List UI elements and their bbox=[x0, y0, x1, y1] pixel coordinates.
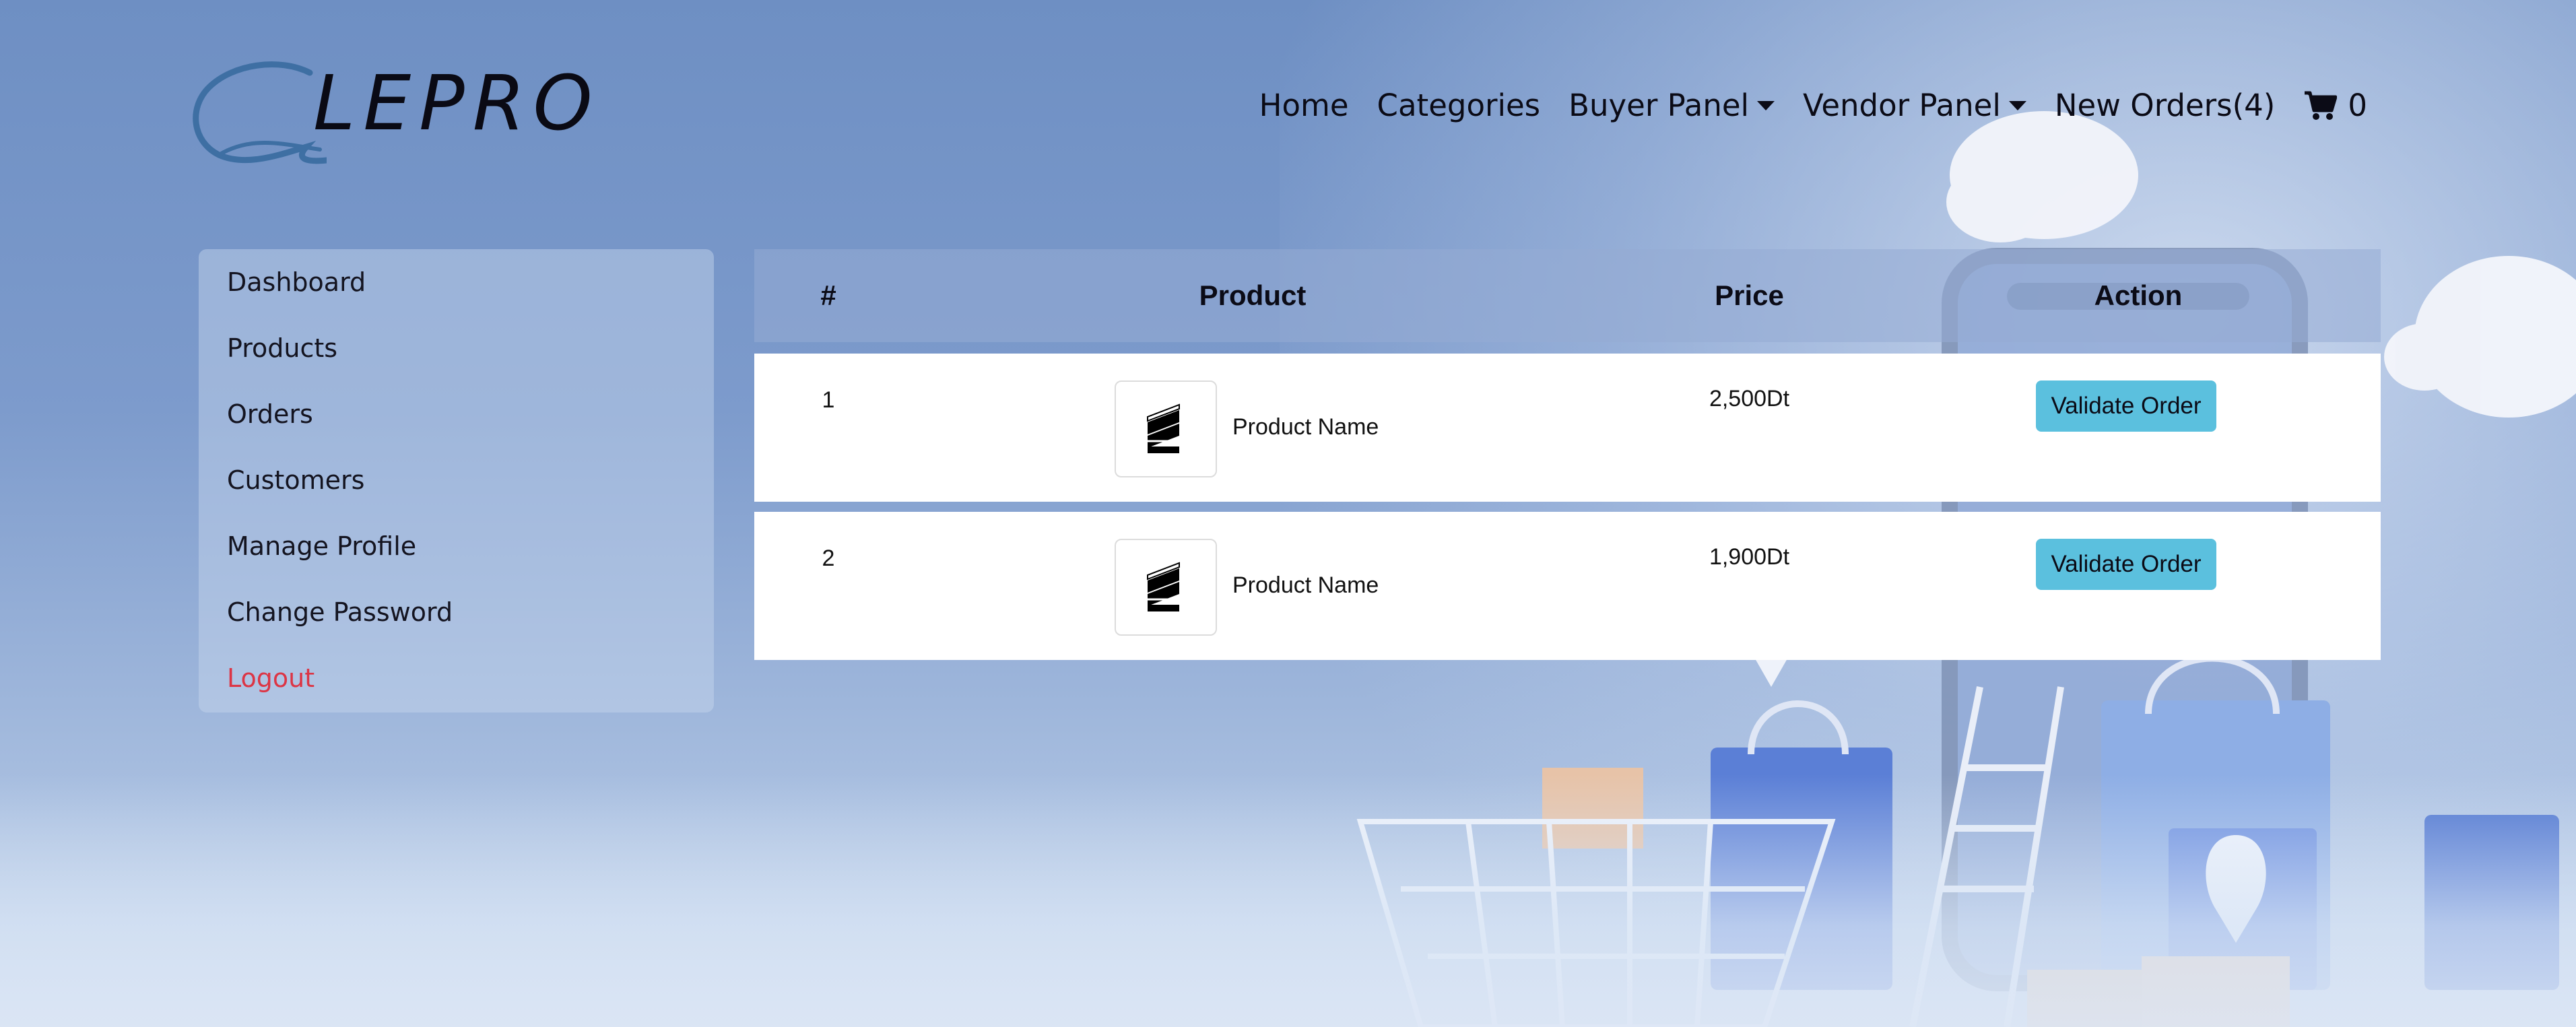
column-header-price: Price bbox=[1715, 279, 1784, 311]
main-nav: Home Categories Buyer Panel Vendor Panel… bbox=[1259, 88, 2367, 123]
table-row: 2 Product Name 1,900Dt Validate Order bbox=[754, 512, 2381, 660]
top-navbar: LEPRO Home Categories Buyer Panel Vendor… bbox=[0, 0, 2576, 222]
brand-logo[interactable]: LEPRO bbox=[192, 61, 593, 168]
sidebar-item-change-password[interactable]: Change Password bbox=[199, 579, 714, 645]
product-thumbnail-icon bbox=[1147, 562, 1180, 611]
buyer-panel-label: Buyer Panel bbox=[1568, 88, 1750, 123]
dropdown-caret-icon bbox=[2008, 100, 2026, 110]
table-row: 1 Product Name 2,500Dt Validate Order bbox=[754, 354, 2381, 502]
product-thumbnail-icon bbox=[1147, 403, 1180, 453]
product-price: 2,500Dt bbox=[1709, 386, 1790, 411]
dropdown-caret-icon bbox=[1757, 100, 1775, 110]
column-header-action: Action bbox=[2094, 279, 2183, 311]
row-number: 1 bbox=[822, 387, 835, 413]
nav-new-orders[interactable]: New Orders(4) bbox=[2055, 88, 2276, 123]
orders-table: # Product Price Action 1 Product Name 2,… bbox=[754, 249, 2381, 660]
sidebar-item-customers[interactable]: Customers bbox=[199, 447, 714, 513]
shopping-cart-icon bbox=[2305, 91, 2338, 120]
column-header-product: Product bbox=[1199, 279, 1307, 311]
product-price: 1,900Dt bbox=[1709, 544, 1790, 570]
table-header: # Product Price Action bbox=[754, 249, 2381, 342]
product-thumbnail[interactable] bbox=[1115, 539, 1217, 636]
nav-vendor-panel-dropdown[interactable]: Vendor Panel bbox=[1803, 88, 2026, 123]
product-name: Product Name bbox=[1232, 572, 1379, 598]
sidebar-item-logout[interactable]: Logout bbox=[199, 645, 714, 711]
row-number: 2 bbox=[822, 545, 835, 571]
logo-swash-icon bbox=[193, 61, 327, 164]
nav-categories[interactable]: Categories bbox=[1377, 88, 1541, 123]
background-haze bbox=[0, 774, 2576, 1027]
sidebar-item-manage-profile[interactable]: Manage Profile bbox=[199, 513, 714, 579]
sidebar-item-orders[interactable]: Orders bbox=[199, 381, 714, 447]
brand-name: LEPRO bbox=[313, 60, 601, 147]
sidebar-item-products[interactable]: Products bbox=[199, 315, 714, 381]
cart-count: 0 bbox=[2348, 88, 2367, 123]
sidebar: Dashboard Products Orders Customers Mana… bbox=[199, 249, 714, 713]
validate-order-button[interactable]: Validate Order bbox=[2036, 539, 2216, 590]
product-thumbnail[interactable] bbox=[1115, 380, 1217, 477]
nav-buyer-panel-dropdown[interactable]: Buyer Panel bbox=[1568, 88, 1775, 123]
sidebar-item-dashboard[interactable]: Dashboard bbox=[199, 249, 714, 315]
validate-order-button[interactable]: Validate Order bbox=[2036, 380, 2216, 432]
vendor-panel-label: Vendor Panel bbox=[1803, 88, 2001, 123]
product-name: Product Name bbox=[1232, 414, 1379, 440]
nav-home[interactable]: Home bbox=[1259, 88, 1349, 123]
nav-cart[interactable]: 0 bbox=[2303, 88, 2367, 123]
column-header-number: # bbox=[820, 279, 836, 311]
